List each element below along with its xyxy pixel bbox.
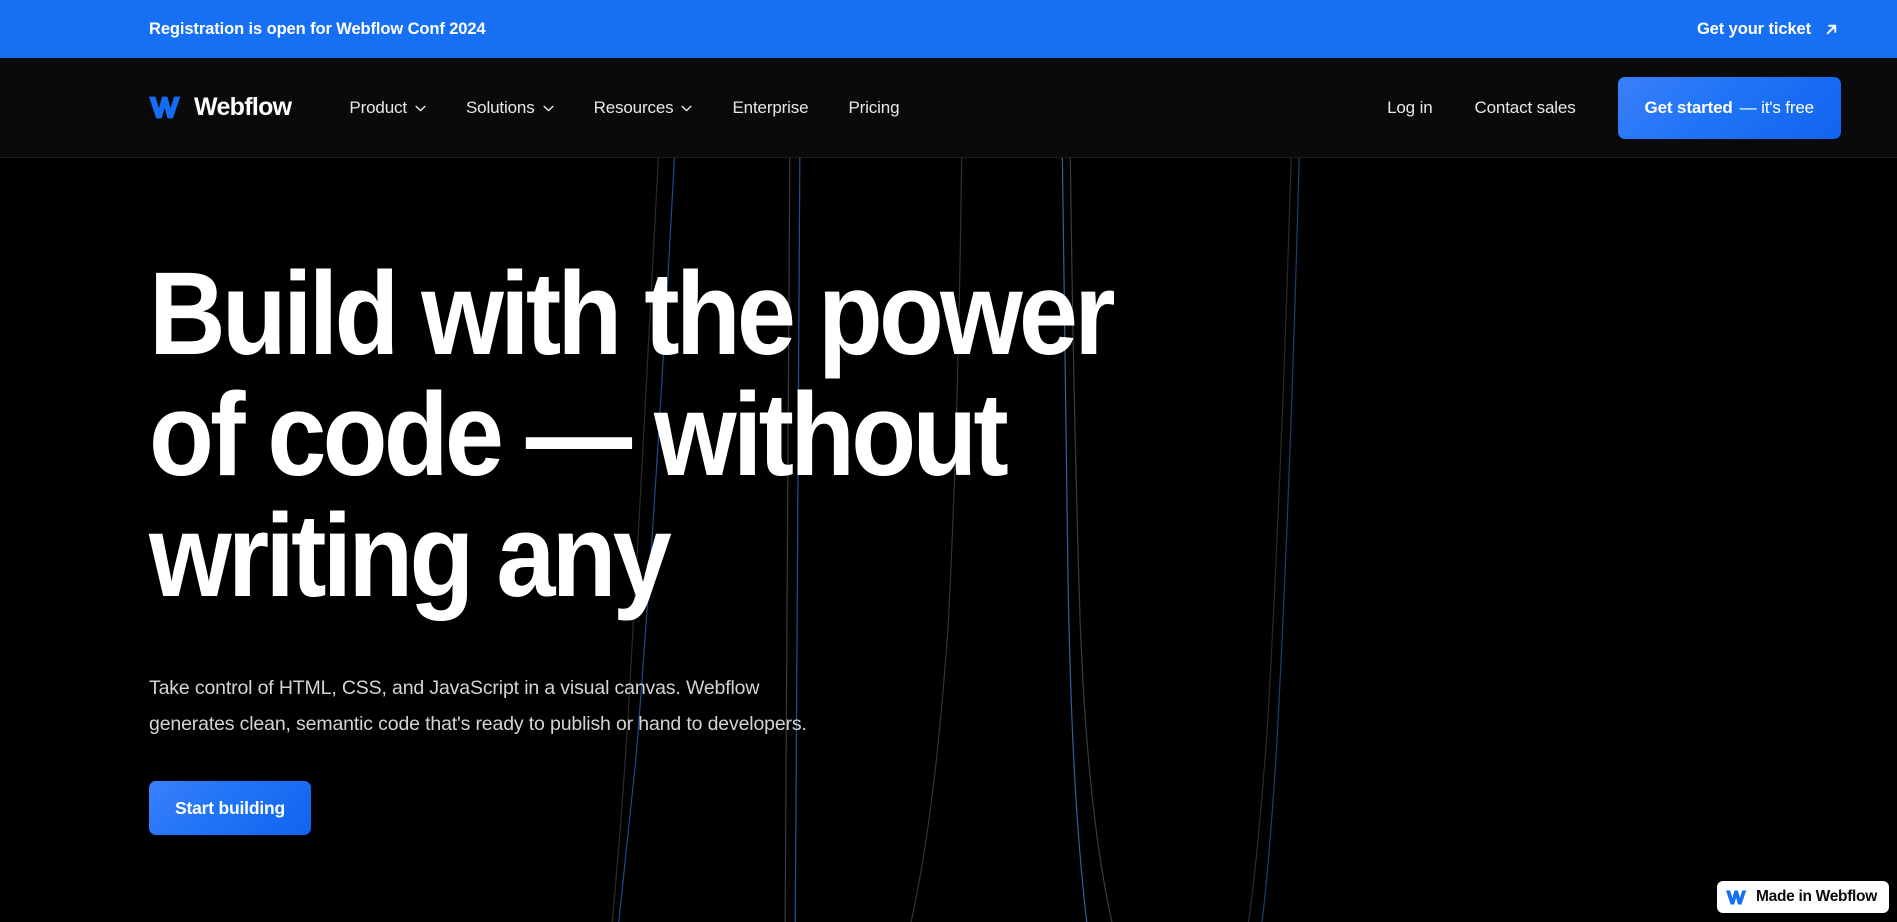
nav-item-label: Resources	[593, 97, 674, 117]
get-your-ticket-label: Get your ticket	[1696, 19, 1811, 38]
nav-item-label: Solutions	[465, 97, 535, 117]
nav-item-enterprise[interactable]: Enterprise	[712, 88, 828, 128]
made-in-webflow-label: Made in Webflow	[1756, 888, 1877, 905]
announcement-banner: Registration is open for Webflow Conf 20…	[0, 0, 1897, 58]
hero-content: Build with the power of code — without w…	[0, 158, 1897, 835]
hero-heading-line-2: of code — without	[149, 369, 1009, 501]
webflow-homepage: Registration is open for Webflow Conf 20…	[0, 0, 1897, 922]
get-started-label-bold: Get started	[1644, 97, 1733, 117]
chevron-down-icon	[681, 105, 693, 112]
webflow-wordmark: Webflow	[194, 93, 292, 121]
announcement-text: Registration is open for Webflow Conf 20…	[149, 19, 486, 38]
hero-subtitle: Take control of HTML, CSS, and JavaScrip…	[149, 670, 869, 742]
nav-item-label: Pricing	[848, 97, 900, 117]
nav-item-solutions[interactable]: Solutions	[446, 88, 574, 128]
arrow-up-right-icon	[1826, 24, 1837, 34]
get-your-ticket-link[interactable]: Get your ticket	[1697, 20, 1841, 39]
nav-left-group: Webflow Product Solutions Resources Ente…	[149, 88, 919, 128]
get-started-button[interactable]: Get started — it's free	[1617, 76, 1841, 139]
main-navigation: Webflow Product Solutions Resources Ente…	[0, 58, 1897, 158]
hero-section: Build with the power of code — without w…	[0, 158, 1897, 922]
nav-menu: Product Solutions Resources Enterprise P…	[329, 88, 919, 128]
hero-heading-line-3: writing any	[149, 490, 672, 622]
chevron-down-icon	[542, 105, 554, 112]
chevron-down-icon	[415, 105, 426, 112]
made-in-webflow-badge[interactable]: Made in Webflow	[1717, 881, 1889, 913]
get-started-label-light: — it's free	[1739, 97, 1814, 117]
webflow-logo-link[interactable]: Webflow	[149, 93, 292, 122]
webflow-logo-icon	[1726, 889, 1747, 905]
contact-sales-link[interactable]: Contact sales	[1454, 88, 1597, 128]
hero-subtitle-line-1: Take control of HTML, CSS, and JavaScrip…	[149, 677, 760, 699]
hero-heading-line-1: Build with the power	[149, 248, 1116, 380]
nav-item-label: Product	[349, 97, 407, 117]
nav-item-pricing[interactable]: Pricing	[828, 88, 919, 128]
webflow-logo-icon	[149, 96, 181, 119]
nav-item-label: Enterprise	[732, 97, 809, 117]
nav-item-resources[interactable]: Resources	[574, 88, 713, 128]
hero-subtitle-line-2: generates clean, semantic code that's re…	[149, 713, 807, 735]
nav-right-group: Log in Contact sales Get started — it's …	[1366, 76, 1841, 139]
hero-heading: Build with the power of code — without w…	[149, 254, 1184, 617]
start-building-button[interactable]: Start building	[149, 781, 311, 835]
nav-item-product[interactable]: Product	[329, 88, 446, 128]
login-link[interactable]: Log in	[1366, 88, 1453, 128]
